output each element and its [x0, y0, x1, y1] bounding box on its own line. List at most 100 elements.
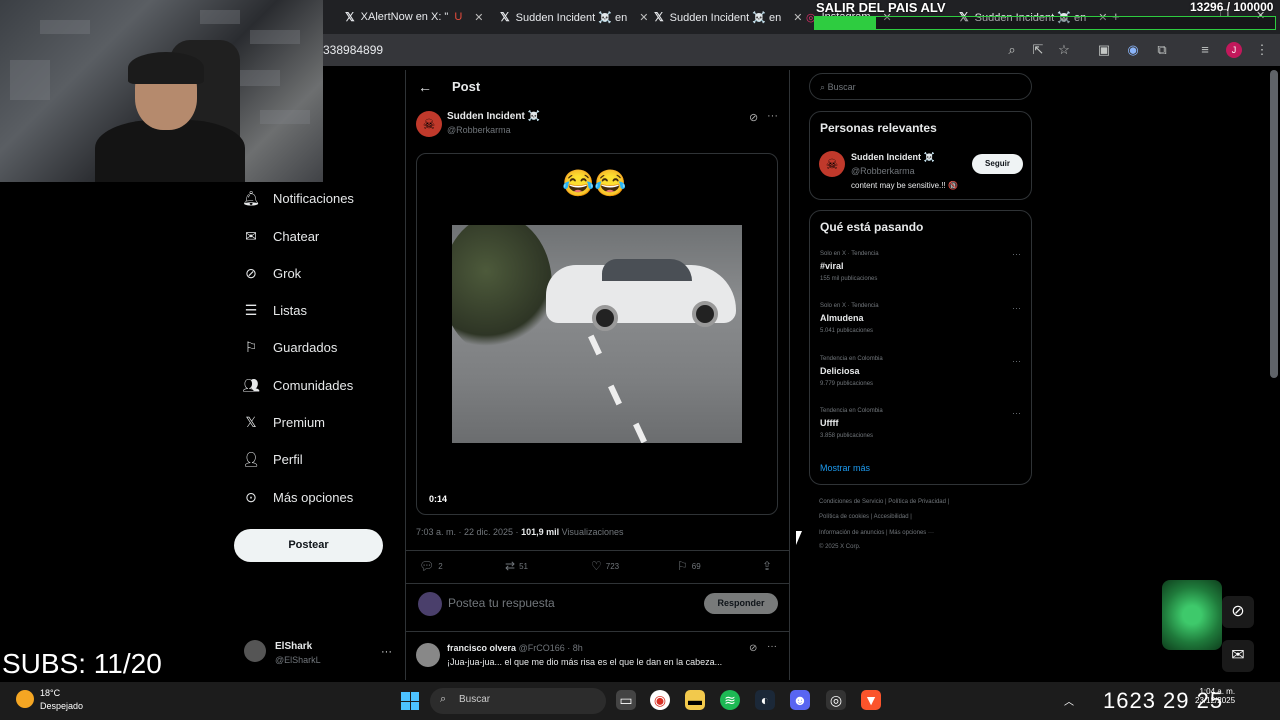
sidebar-item-premium[interactable]: 𝕏 Premium	[243, 414, 325, 430]
discord-icon[interactable]: ☻	[790, 690, 810, 710]
trend-more-icon[interactable]: ···	[1012, 408, 1021, 418]
more-icon[interactable]: ···	[767, 641, 777, 652]
author-name[interactable]: Sudden Incident ☠️	[447, 111, 540, 122]
trend-more-icon[interactable]: ···	[1012, 356, 1021, 366]
comment-text: ¡Jua-jua-jua... el que me dio más risa e…	[447, 657, 723, 667]
zoom-icon[interactable]: ⌕	[1004, 42, 1020, 58]
comment-author[interactable]: francisco olvera @FrCO166 · 8h	[447, 643, 583, 653]
sidebar-item-comunidades[interactable]: 👥︎ Comunidades	[242, 377, 353, 393]
grok-icon[interactable]: ⊘	[749, 643, 757, 654]
more-icon[interactable]: ···	[767, 110, 778, 122]
menu-dots-icon[interactable]: ⋮	[1254, 42, 1270, 58]
taskbar-search[interactable]: ⌕ Buscar	[430, 688, 606, 714]
repost-action[interactable]: ⇄ 51	[505, 559, 528, 573]
trend-item[interactable]: Tendencia en Colombia Deliciosa 9.779 pu…	[820, 356, 883, 387]
recycle-bin-icon[interactable]	[1162, 580, 1222, 650]
close-icon[interactable]: ✕	[474, 11, 483, 24]
reply-icon: 💬︎	[419, 559, 435, 573]
mail-icon: ✉	[245, 227, 257, 244]
weather-desc[interactable]: Despejado	[40, 701, 83, 711]
search-input[interactable]: ⌕ Buscar	[809, 73, 1032, 100]
trend-item[interactable]: Tendencia en Colombia Uffff 3.858 public…	[820, 408, 883, 439]
brave-icon[interactable]: ▼	[861, 690, 881, 710]
sidebar-item-chatear[interactable]: ✉ Chatear	[243, 228, 319, 244]
stream-goal-bar	[814, 16, 1276, 30]
reply-count: 2	[438, 561, 443, 571]
scrollbar[interactable]	[1270, 70, 1278, 378]
relevant-avatar[interactable]: ☠	[819, 151, 845, 177]
windows-start-icon[interactable]	[401, 692, 419, 710]
media-control-icon[interactable]: ≡	[1197, 42, 1213, 58]
folder-icon[interactable]: ▬	[685, 690, 705, 710]
puzzle-icon[interactable]: ⧉	[1154, 42, 1170, 58]
sidebar-item-perfil[interactable]: 👤︎ Perfil	[242, 451, 303, 467]
sidebar-item-mas-opciones[interactable]: ⊙ Más opciones	[243, 489, 353, 505]
file-icon[interactable]: ▭	[616, 690, 636, 710]
clock-date: 23/12/2025	[1195, 696, 1236, 705]
trend-more-icon[interactable]: ···	[1012, 249, 1021, 259]
post-button[interactable]: Postear	[234, 529, 383, 562]
sidebar-item-grok[interactable]: ⊘ Grok	[243, 265, 301, 281]
close-icon[interactable]: ✕	[639, 11, 648, 24]
spotify-icon[interactable]: ≋	[720, 690, 740, 710]
chevron-up-icon[interactable]: ︿	[1064, 693, 1074, 708]
browser-tab[interactable]: 𝕏 XAlertNow en X: " U ✕	[345, 6, 484, 28]
trend-item[interactable]: Solo en X · Tendencia Almudena 5.041 pub…	[820, 303, 879, 334]
url-text[interactable]: 338984899	[323, 43, 383, 57]
video-player[interactable]	[452, 225, 742, 443]
author-handle[interactable]: @Robberkarma	[447, 125, 511, 135]
trend-item[interactable]: Solo en X · Tendencia #viral 155 mil pub…	[820, 251, 879, 282]
sidebar-item-guardados[interactable]: ⚐ Guardados	[243, 339, 338, 355]
x-logo-icon: 𝕏	[654, 10, 664, 24]
like-action[interactable]: ♡ 723	[591, 559, 619, 573]
weather-icon[interactable]	[16, 690, 34, 708]
comment-avatar[interactable]	[416, 643, 440, 667]
weather-temp[interactable]: 18°C	[40, 688, 60, 698]
mail-icon[interactable]: ✉	[1222, 640, 1254, 672]
reply-button[interactable]: Responder	[704, 593, 778, 614]
star-icon[interactable]: ☆	[1056, 42, 1072, 58]
share-action[interactable]: ⇪	[762, 559, 772, 573]
tab-label: Sudden Incident ☠️ en	[515, 11, 628, 24]
reply-input[interactable]: Postea tu respuesta	[448, 596, 555, 610]
system-clock[interactable]: 1:04 a. m. 23/12/2025	[1195, 687, 1235, 705]
relevant-name[interactable]: Sudden Incident ☠️	[851, 152, 935, 163]
browser-tab[interactable]: 𝕏 Sudden Incident ☠️ en ✕	[654, 6, 802, 28]
follow-button[interactable]: Seguir	[972, 154, 1023, 174]
sidebar-item-notificaciones[interactable]: 🔔︎ Notificaciones	[242, 190, 354, 206]
x-logo-icon: 𝕏	[245, 413, 257, 430]
search-icon: ⌕	[820, 82, 826, 92]
trend-more-icon[interactable]: ···	[1012, 303, 1021, 313]
footer-links[interactable]: Condiciones de Servicio | Política de Pr…	[819, 499, 949, 505]
obs-icon[interactable]: ◎	[826, 690, 846, 710]
grok-icon[interactable]: ⊘	[1222, 596, 1254, 628]
bookmark-action[interactable]: ⚐ 69	[677, 559, 701, 573]
footer-links[interactable]: Política de cookies | Accesibilidad |	[819, 514, 912, 520]
extension-icon[interactable]: ◉	[1125, 42, 1141, 58]
heart-icon: ♡	[591, 559, 602, 573]
account-more-icon[interactable]: ···	[381, 646, 392, 658]
steam-icon[interactable]: ◐	[755, 690, 775, 710]
trend-name: #viral	[820, 261, 844, 271]
post-timestamp[interactable]: 7:03 a. m. · 22 dic. 2025 ·	[416, 527, 521, 537]
chrome-icon[interactable]: ◉	[650, 690, 670, 710]
reply-action[interactable]: 💬︎ 2	[419, 559, 443, 573]
grok-icon[interactable]: ⊘	[749, 111, 758, 124]
search-placeholder: Buscar	[827, 82, 856, 92]
profile-avatar[interactable]: J	[1226, 42, 1242, 58]
screenshot-icon[interactable]: ▣	[1096, 42, 1112, 58]
footer-links[interactable]: Información de anuncios | Más opciones ·…	[819, 530, 934, 536]
show-more-link[interactable]: Mostrar más	[820, 463, 870, 473]
sidebar-item-listas[interactable]: ☰ Listas	[243, 302, 307, 318]
author-avatar[interactable]: ☠	[416, 111, 442, 137]
views-label: Visualizaciones	[559, 527, 624, 537]
clock-time: 1:04 a. m.	[1199, 687, 1236, 696]
account-avatar[interactable]	[244, 640, 266, 662]
share-icon[interactable]: ⇱	[1030, 42, 1046, 58]
back-arrow-icon[interactable]: ←	[418, 79, 432, 95]
browser-tab[interactable]: 𝕏 Sudden Incident ☠️ en ✕	[500, 6, 648, 28]
relevant-handle[interactable]: @Robberkarma	[851, 166, 915, 176]
close-icon[interactable]: ✕	[793, 11, 802, 24]
sidebar-item-label: Notificaciones	[273, 190, 354, 206]
account-name[interactable]: ElShark	[275, 641, 312, 652]
